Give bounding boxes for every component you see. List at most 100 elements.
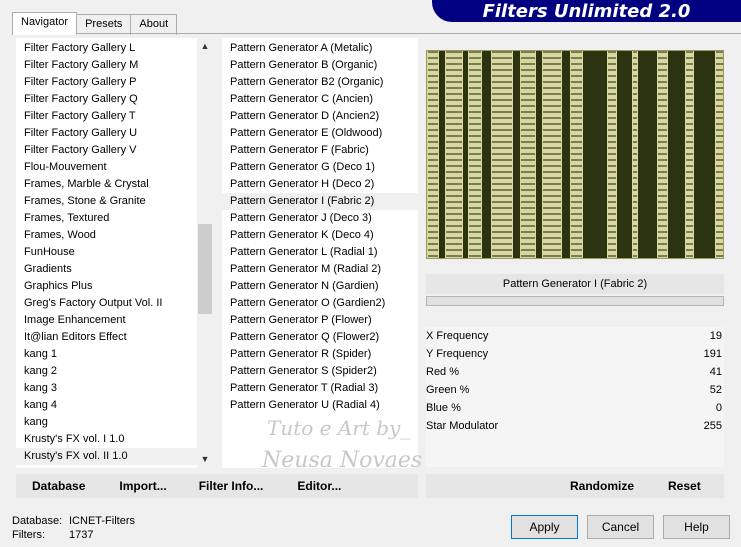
pattern-detail	[658, 99, 667, 101]
parameter-row[interactable]: Y Frequency 191	[426, 345, 724, 363]
import-button[interactable]: Import...	[119, 479, 166, 493]
filter-info-button[interactable]: Filter Info...	[199, 479, 264, 493]
category-item[interactable]: kang 3	[16, 380, 213, 397]
pattern-detail	[428, 213, 438, 215]
tab-about[interactable]: About	[130, 14, 178, 35]
category-item[interactable]: Filter Factory Gallery P	[16, 74, 213, 91]
pattern-detail	[446, 99, 462, 101]
category-item[interactable]: kang 4	[16, 397, 213, 414]
filter-item[interactable]: Pattern Generator I (Fabric 2)	[222, 193, 418, 210]
filter-list[interactable]: Pattern Generator A (Metalic) Pattern Gen…	[222, 38, 418, 468]
reset-button[interactable]: Reset	[668, 479, 701, 493]
category-list[interactable]: Filter Factory Gallery L Filter Factory G…	[16, 38, 213, 468]
parameter-row[interactable]: Blue % 0	[426, 399, 724, 417]
category-item[interactable]: Frames, Textured	[16, 210, 213, 227]
pattern-detail	[521, 111, 535, 113]
pattern-detail	[492, 69, 512, 71]
category-item[interactable]: Gradients	[16, 261, 213, 278]
parameter-value[interactable]: 19	[710, 327, 724, 345]
category-item[interactable]: Frames, Wood	[16, 227, 213, 244]
category-item[interactable]: kang 1	[16, 346, 213, 363]
category-item[interactable]: Filter Factory Gallery Q	[16, 91, 213, 108]
category-item[interactable]: Filter Factory Gallery M	[16, 57, 213, 74]
parameter-row[interactable]: Red % 41	[426, 363, 724, 381]
apply-button[interactable]: Apply	[511, 515, 578, 539]
filter-item[interactable]: Pattern Generator C (Ancien)	[222, 91, 418, 108]
filter-item[interactable]: Pattern Generator S (Spider2)	[222, 363, 418, 380]
pattern-detail	[716, 111, 723, 113]
filter-item[interactable]: Pattern Generator O (Gardien2)	[222, 295, 418, 312]
pattern-detail	[446, 117, 462, 119]
category-item[interactable]: Image Enhancement	[16, 312, 213, 329]
database-button[interactable]: Database	[32, 479, 85, 493]
category-item[interactable]: Filter Factory Gallery T	[16, 108, 213, 125]
pattern-stripe	[482, 51, 491, 258]
filter-item[interactable]: Pattern Generator K (Deco 4)	[222, 227, 418, 244]
pattern-detail	[608, 177, 616, 179]
filter-item[interactable]: Pattern Generator N (Gardien)	[222, 278, 418, 295]
parameter-row[interactable]: X Frequency 19	[426, 327, 724, 345]
category-item[interactable]: Frames, Marble & Crystal	[16, 176, 213, 193]
filter-item[interactable]: Pattern Generator T (Radial 3)	[222, 380, 418, 397]
pattern-detail	[716, 249, 723, 251]
parameter-row[interactable]: Green % 52	[426, 381, 724, 399]
pattern-detail	[658, 177, 667, 179]
category-scrollbar[interactable]: ▲ ▼	[197, 38, 213, 468]
filter-item[interactable]: Pattern Generator Q (Flower2)	[222, 329, 418, 346]
filter-item[interactable]: Pattern Generator M (Radial 2)	[222, 261, 418, 278]
pattern-detail	[633, 177, 637, 179]
category-item[interactable]: kang 2	[16, 363, 213, 380]
pattern-detail	[716, 51, 723, 53]
scroll-up-icon[interactable]: ▲	[197, 38, 213, 55]
randomize-button[interactable]: Randomize	[570, 479, 634, 493]
parameter-value[interactable]: 41	[710, 363, 724, 381]
filter-item[interactable]: Pattern Generator B (Organic)	[222, 57, 418, 74]
scroll-thumb[interactable]	[198, 224, 212, 314]
filter-item[interactable]: Pattern Generator G (Deco 1)	[222, 159, 418, 176]
scroll-down-icon[interactable]: ▼	[197, 451, 213, 468]
filter-item[interactable]: Pattern Generator B2 (Organic)	[222, 74, 418, 91]
pattern-detail	[658, 111, 667, 113]
filter-item[interactable]: Pattern Generator E (Oldwood)	[222, 125, 418, 142]
parameter-value[interactable]: 52	[710, 381, 724, 399]
pattern-detail	[543, 231, 561, 233]
pattern-detail	[446, 195, 462, 197]
parameter-value[interactable]: 255	[704, 417, 724, 435]
category-item[interactable]: Filter Factory Gallery U	[16, 125, 213, 142]
filter-item[interactable]: Pattern Generator H (Deco 2)	[222, 176, 418, 193]
editor-button[interactable]: Editor...	[297, 479, 341, 493]
category-item[interactable]: Greg's Factory Output Vol. II	[16, 295, 213, 312]
pattern-detail	[686, 225, 693, 227]
pattern-detail	[492, 165, 512, 167]
pattern-detail	[571, 81, 582, 83]
category-item[interactable]: FunHouse	[16, 244, 213, 261]
tab-navigator[interactable]: Navigator	[12, 12, 78, 35]
pattern-detail	[521, 255, 535, 257]
parameter-value[interactable]: 0	[716, 399, 724, 417]
cancel-button[interactable]: Cancel	[587, 515, 654, 539]
category-item[interactable]: Filter Factory Gallery V	[16, 142, 213, 159]
filter-item[interactable]: Pattern Generator P (Flower)	[222, 312, 418, 329]
category-item[interactable]: Filter Factory Gallery L	[16, 40, 213, 57]
filter-item[interactable]: Pattern Generator U (Radial 4)	[222, 397, 418, 414]
category-item[interactable]: It@lian Editors Effect	[16, 329, 213, 346]
category-item[interactable]: kang	[16, 414, 213, 431]
category-item[interactable]: Krusty's FX vol. II 1.0	[16, 448, 213, 465]
pattern-detail	[446, 243, 462, 245]
filter-item[interactable]: Pattern Generator J (Deco 3)	[222, 210, 418, 227]
category-item[interactable]: Frames, Stone & Granite	[16, 193, 213, 210]
filter-item[interactable]: Pattern Generator F (Fabric)	[222, 142, 418, 159]
filter-item[interactable]: Pattern Generator A (Metalic)	[222, 40, 418, 57]
filter-item[interactable]: Pattern Generator L (Radial 1)	[222, 244, 418, 261]
filter-item[interactable]: Pattern Generator D (Ancien2)	[222, 108, 418, 125]
filter-item[interactable]: Pattern Generator R (Spider)	[222, 346, 418, 363]
tab-presets[interactable]: Presets	[76, 14, 132, 35]
parameter-row[interactable]: Star Modulator 255	[426, 417, 724, 435]
category-item[interactable]: Flou-Mouvement	[16, 159, 213, 176]
help-button[interactable]: Help	[663, 515, 730, 539]
pattern-detail	[446, 123, 462, 125]
category-item[interactable]: Graphics Plus	[16, 278, 213, 295]
parameter-value[interactable]: 191	[704, 345, 724, 363]
category-item[interactable]: Krusty's FX vol. I 1.0	[16, 431, 213, 448]
pattern-detail	[521, 231, 535, 233]
